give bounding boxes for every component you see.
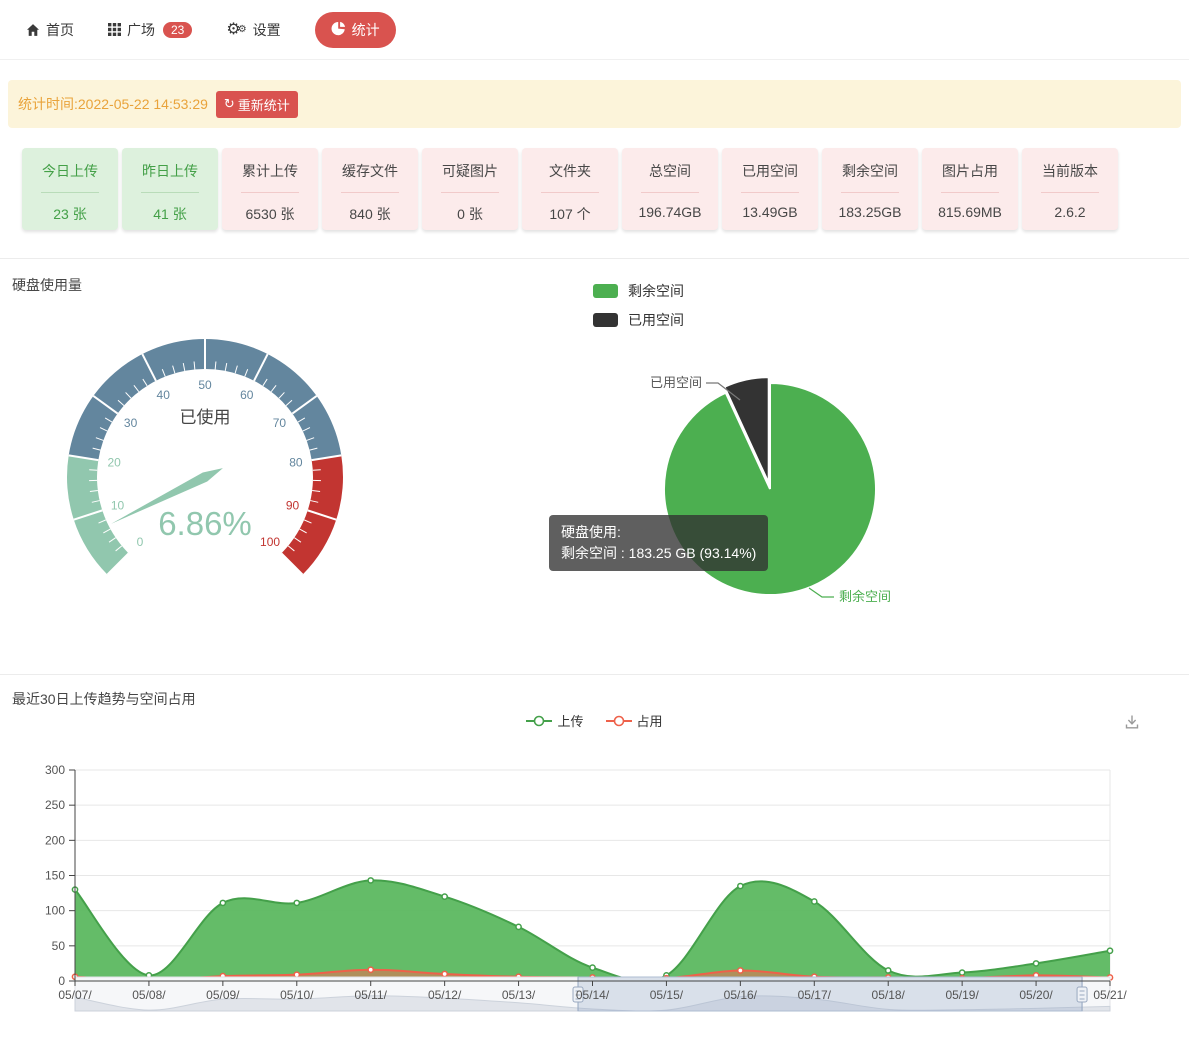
svg-text:05/18/: 05/18/ <box>872 988 906 1002</box>
line-legend-icon <box>606 715 632 727</box>
svg-text:05/07/: 05/07/ <box>58 988 92 1002</box>
svg-text:05/13/: 05/13/ <box>502 988 536 1002</box>
disk-gauge-chart: 0 10 20 30 40 50 60 70 80 90 100 已使用 6.86% <box>10 314 400 644</box>
nav-item-settings[interactable]: ⚙⚙ 设置 <box>226 20 280 40</box>
svg-text:05/16/: 05/16/ <box>724 988 758 1002</box>
stat-card-yesterday-uploads: 昨日上传41 张 <box>122 148 218 230</box>
svg-text:0: 0 <box>58 974 65 988</box>
svg-text:40: 40 <box>157 388 171 402</box>
disk-section-title: 硬盘使用量 <box>12 275 82 295</box>
stat-card-today-uploads: 今日上传23 张 <box>22 148 118 230</box>
stat-card-total-space: 总空间196.74GB <box>622 148 718 230</box>
stat-card-folders: 文件夹107 个 <box>522 148 618 230</box>
svg-text:100: 100 <box>260 535 280 549</box>
grid-icon <box>108 23 121 36</box>
line-legend-icon <box>526 715 552 727</box>
gauge-title: 已使用 <box>180 407 231 427</box>
pie-label-used: 已用空间 <box>650 375 702 390</box>
pie-slice-free-space[interactable] <box>664 383 876 595</box>
svg-text:50: 50 <box>52 939 66 953</box>
svg-text:05/21/: 05/21/ <box>1093 988 1127 1002</box>
stat-card-free-space: 剩余空间183.25GB <box>822 148 918 230</box>
legend-item-free-space[interactable]: 剩余空间 <box>593 281 684 301</box>
svg-text:70: 70 <box>273 416 287 430</box>
svg-text:300: 300 <box>45 763 65 777</box>
svg-text:05/15/: 05/15/ <box>650 988 684 1002</box>
trend-legend: 上传 占用 <box>0 711 1189 730</box>
nav-item-label: 广场 <box>127 20 155 40</box>
stat-card-total-uploads: 累计上传6530 张 <box>222 148 318 230</box>
nav-item-label: 首页 <box>46 20 74 40</box>
svg-text:05/14/: 05/14/ <box>576 988 610 1002</box>
stats-cards-row: 今日上传23 张 昨日上传41 张 累计上传6530 张 缓存文件840 张 可… <box>0 128 1189 258</box>
save-as-image-icon[interactable] <box>1123 713 1141 731</box>
svg-text:20: 20 <box>107 456 121 470</box>
svg-text:100: 100 <box>45 904 65 918</box>
pie-label-free: 剩余空间 <box>839 589 891 604</box>
svg-text:250: 250 <box>45 798 65 812</box>
svg-text:50: 50 <box>198 378 212 392</box>
recount-button[interactable]: ↻ 重新统计 <box>216 91 298 118</box>
legend-swatch-free <box>593 284 618 298</box>
pie-legend: 剩余空间 已用空间 <box>593 281 684 330</box>
stat-card-suspect-images: 可疑图片0 张 <box>422 148 518 230</box>
nav-item-gallery[interactable]: 广场 23 <box>108 20 192 40</box>
svg-text:05/17/: 05/17/ <box>798 988 832 1002</box>
legend-item-used-space[interactable]: 已用空间 <box>593 310 684 330</box>
nav-item-label: 统计 <box>352 20 380 40</box>
legend-item-usage[interactable]: 占用 <box>606 711 663 730</box>
nav-item-home[interactable]: 首页 <box>26 20 74 40</box>
svg-text:0: 0 <box>137 535 144 549</box>
pie-chart-icon <box>331 21 346 39</box>
svg-text:80: 80 <box>289 456 303 470</box>
trend-section-title: 最近30日上传趋势与空间占用 <box>12 689 196 709</box>
svg-text:05/10/: 05/10/ <box>280 988 314 1002</box>
stat-card-cache-files: 缓存文件840 张 <box>322 148 418 230</box>
svg-text:90: 90 <box>286 498 300 512</box>
legend-item-uploads[interactable]: 上传 <box>526 711 583 730</box>
disk-pie-chart: 已用空间剩余空间 <box>560 344 980 674</box>
nav-item-statistics-active[interactable]: 统计 <box>315 12 396 48</box>
alert-bar: 统计时间:2022-05-22 14:53:29 ↻ 重新统计 <box>8 80 1181 128</box>
gears-icon: ⚙⚙ <box>226 22 246 38</box>
gauge-value: 6.86% <box>158 505 252 542</box>
datazoom-handle-right[interactable] <box>1077 987 1087 1002</box>
trend-section: 最近30日上传趋势与空间占用 上传 占用 0501001502002503000… <box>0 675 1189 1046</box>
svg-text:05/19/: 05/19/ <box>945 988 979 1002</box>
stat-card-image-usage: 图片占用815.69MB <box>922 148 1018 230</box>
disk-usage-section: 硬盘使用量 0 10 20 30 40 50 60 70 80 90 100 已使用 6.86% 剩余空… <box>0 259 1189 674</box>
svg-text:60: 60 <box>240 388 254 402</box>
stat-card-version: 当前版本2.6.2 <box>1022 148 1118 230</box>
refresh-icon: ↻ <box>224 96 235 112</box>
trend-chart: 0 50 100 150 200 250 300 05/07/05/08/05/09/05/1… <box>0 755 1189 1045</box>
svg-text:10: 10 <box>111 498 125 512</box>
svg-text:150: 150 <box>45 869 65 883</box>
stat-card-used-space: 已用空间13.49GB <box>722 148 818 230</box>
svg-text:200: 200 <box>45 833 65 847</box>
legend-swatch-used <box>593 313 618 327</box>
svg-text:05/12/: 05/12/ <box>428 988 462 1002</box>
svg-text:05/08/: 05/08/ <box>132 988 166 1002</box>
home-icon <box>26 23 40 37</box>
stats-time-label: 统计时间:2022-05-22 14:53:29 <box>18 94 208 114</box>
gallery-count-badge: 23 <box>163 22 192 38</box>
svg-text:05/20/: 05/20/ <box>1019 988 1053 1002</box>
svg-text:05/11/: 05/11/ <box>354 988 387 1002</box>
svg-text:30: 30 <box>124 416 138 430</box>
svg-text:05/09/: 05/09/ <box>206 988 240 1002</box>
nav-item-label: 设置 <box>253 20 281 40</box>
nav-bar: 首页 广场 23 ⚙⚙ 设置 统计 <box>0 0 1189 60</box>
